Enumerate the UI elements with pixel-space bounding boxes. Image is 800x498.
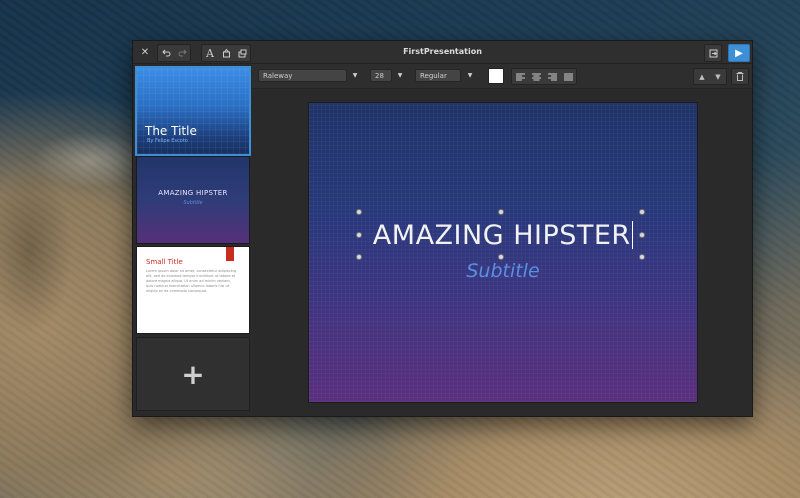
bookmark-ribbon: [226, 247, 234, 261]
alignment-group: [511, 68, 577, 85]
font-size-select[interactable]: 28: [370, 69, 392, 82]
send-backward-icon[interactable]: ▼: [710, 69, 726, 84]
chevron-down-icon[interactable]: ▼: [395, 69, 405, 82]
slide-thumbnail-title: The Title: [145, 124, 197, 138]
play-icon: ▶: [735, 47, 743, 59]
export-icon[interactable]: [705, 45, 721, 61]
trash-icon: [736, 72, 744, 81]
align-left-icon[interactable]: [512, 69, 528, 84]
resize-handle[interactable]: [498, 209, 504, 215]
resize-handle[interactable]: [639, 209, 645, 215]
align-right-icon[interactable]: [544, 69, 560, 84]
layer-order-group: ▲ ▼: [693, 68, 727, 85]
slides-sidebar: The Title By Felipe Escoto AMAZING HIPST…: [133, 64, 251, 416]
editor-canvas: AMAZING HIPSTER Subtitle: [252, 89, 752, 416]
app-window: ✕ A FirstPresentation ▶ The Title By Fel…: [132, 40, 753, 417]
titlebar: ✕ A FirstPresentation ▶: [133, 41, 752, 64]
slide-thumbnail-title: Small Title: [146, 258, 183, 266]
align-justify-icon[interactable]: [560, 69, 576, 84]
slide-thumbnail-3[interactable]: Small Title Lorem ipsum dolor sit amet, …: [136, 246, 250, 334]
slide-thumbnail-2[interactable]: AMAZING HIPSTER Subtitle: [136, 156, 250, 244]
slide-subtitle-textbox[interactable]: Subtitle: [309, 260, 697, 282]
text-caret: [631, 221, 634, 249]
chevron-down-icon[interactable]: ▼: [350, 69, 360, 82]
slide-title-textbox[interactable]: AMAZING HIPSTER: [309, 220, 697, 251]
add-slide-button[interactable]: +: [136, 337, 250, 411]
current-slide[interactable]: AMAZING HIPSTER Subtitle: [308, 102, 698, 403]
font-weight-select[interactable]: Regular: [415, 69, 461, 82]
slide-title-text: AMAZING HIPSTER: [372, 220, 631, 251]
export-group: [704, 44, 722, 62]
text-color-swatch[interactable]: [488, 68, 504, 84]
slide-thumbnail-title: AMAZING HIPSTER: [158, 189, 228, 197]
slide-thumbnail-subtitle: By Felipe Escoto: [147, 138, 188, 144]
bring-forward-icon[interactable]: ▲: [694, 69, 710, 84]
play-button[interactable]: ▶: [728, 44, 750, 62]
slide-thumbnail-subtitle: Subtitle: [183, 200, 203, 206]
font-family-select[interactable]: Raleway: [258, 69, 347, 82]
resize-handle[interactable]: [356, 209, 362, 215]
slide-thumbnail-1[interactable]: The Title By Felipe Escoto: [135, 66, 251, 156]
chevron-down-icon[interactable]: ▼: [465, 69, 475, 82]
window-title: FirstPresentation: [403, 47, 482, 56]
format-toolbar: Raleway ▼ 28 ▼ Regular ▼ ▲ ▼: [252, 64, 752, 89]
slide-thumbnail-body: Lorem ipsum dolor sit amet, consectetur …: [146, 269, 236, 293]
align-center-icon[interactable]: [528, 69, 544, 84]
delete-button[interactable]: [731, 68, 749, 85]
